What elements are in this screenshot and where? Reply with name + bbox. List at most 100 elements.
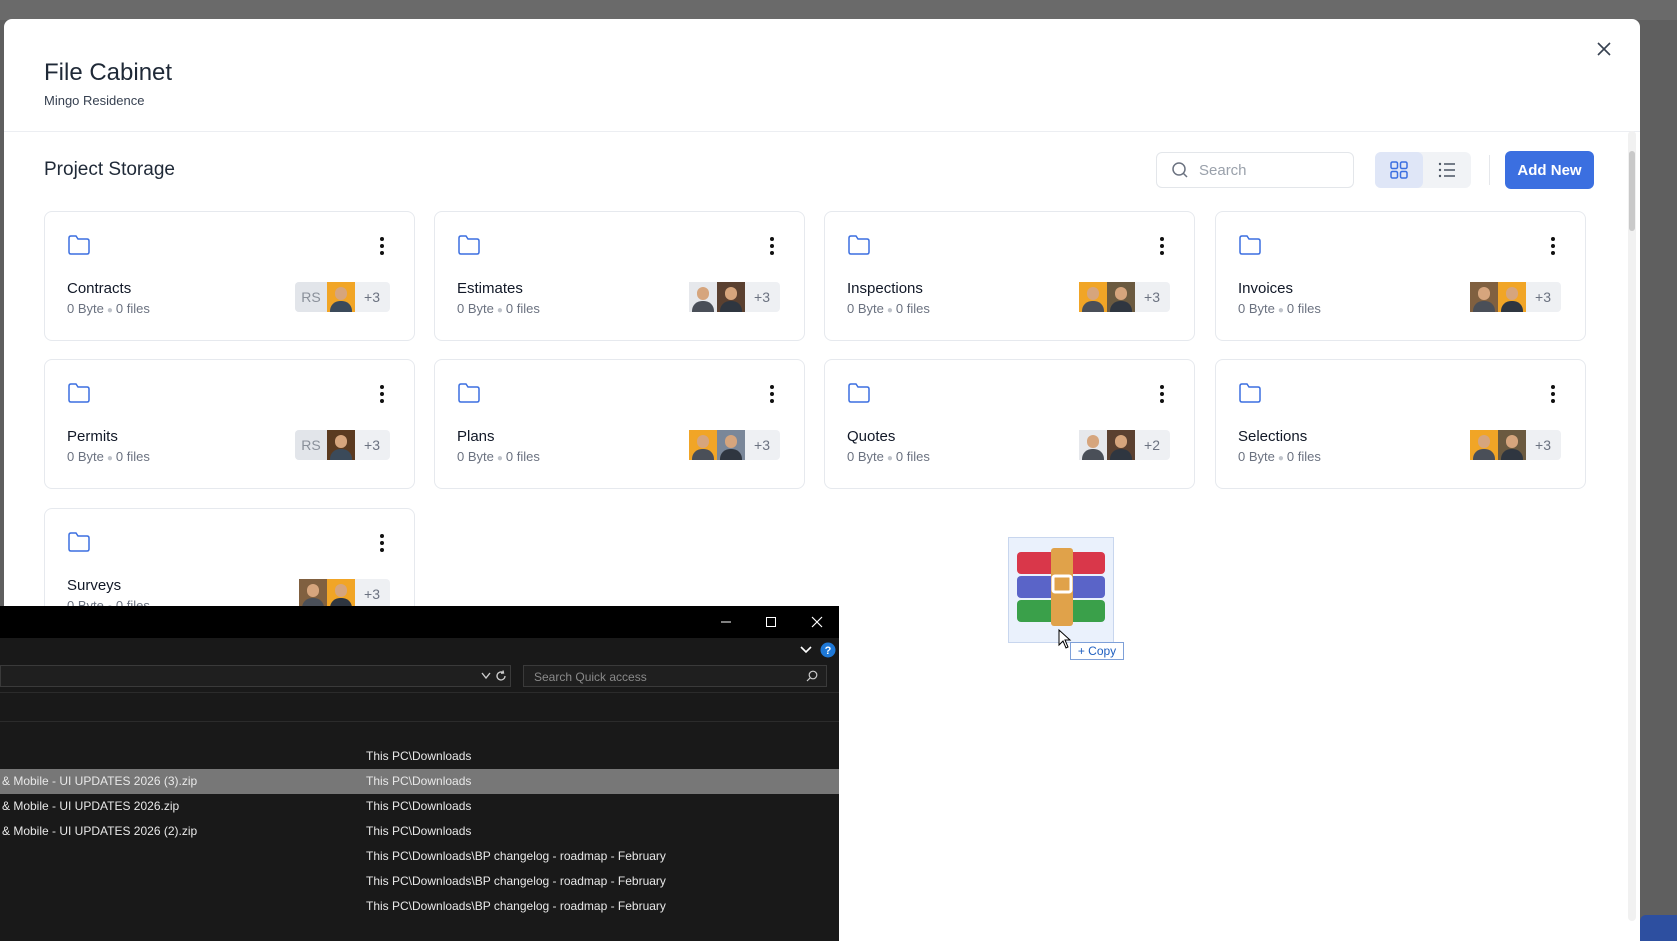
avatar — [1107, 430, 1135, 460]
folder-file-count: 0 files — [505, 449, 540, 464]
file-name: & Mobile - UI UPDATES 2026 (2).zip — [2, 824, 198, 838]
avatar — [327, 282, 355, 312]
folder-name: Inspections — [847, 280, 923, 297]
folder-meta: 0 Byte●0 files — [457, 449, 540, 464]
search-input[interactable] — [1197, 160, 1341, 180]
grid-view-button[interactable] — [1375, 152, 1423, 188]
avatar-more-count: +3 — [364, 289, 380, 305]
folder-meta: 0 Byte●0 files — [67, 301, 150, 316]
folder-size: 0 Byte — [67, 449, 104, 464]
folder-file-count: 0 files — [1286, 301, 1321, 316]
folder-size: 0 Byte — [1238, 301, 1275, 316]
folder-menu-button[interactable] — [372, 382, 392, 406]
folder-members[interactable]: +3 — [299, 579, 390, 609]
modal-subtitle: Mingo Residence — [44, 93, 145, 108]
file-row[interactable]: This PC\Downloads\BP changelog - roadmap… — [0, 844, 839, 869]
folder-members[interactable]: +3 — [1470, 282, 1561, 312]
close-icon — [1597, 42, 1611, 56]
winrar-archive-icon — [1017, 548, 1105, 626]
folder-icon — [1239, 383, 1261, 403]
maximize-button[interactable] — [748, 606, 793, 638]
file-explorer-window: ? This PC\Downloads& Mobile - UI UPDATES… — [0, 606, 839, 941]
folder-menu-button[interactable] — [372, 531, 392, 555]
folder-meta: 0 Byte●0 files — [1238, 301, 1321, 316]
folder-menu-button[interactable] — [1152, 382, 1172, 406]
folder-card[interactable]: Selections 0 Byte ● 0 files +3 — [1215, 359, 1586, 489]
drag-copy-tooltip: + Copy — [1070, 642, 1124, 660]
folder-icon — [68, 532, 90, 552]
folder-card[interactable]: Estimates 0 Byte ● 0 files +3 — [434, 211, 805, 341]
chevron-down-icon[interactable] — [800, 645, 812, 655]
folder-icon — [68, 383, 90, 403]
folder-members[interactable]: +3 — [1079, 282, 1170, 312]
folder-name: Invoices — [1238, 280, 1294, 297]
folder-file-count: 0 files — [115, 449, 150, 464]
toolbar-divider — [1489, 155, 1490, 185]
svg-text:?: ? — [825, 645, 832, 657]
file-row[interactable]: & Mobile - UI UPDATES 2026 (3).zip This P… — [0, 769, 839, 794]
folder-menu-button[interactable] — [1543, 234, 1563, 258]
avatar — [717, 282, 745, 312]
avatar — [689, 282, 717, 312]
chevron-down-icon[interactable] — [481, 672, 491, 680]
explorer-search-input[interactable] — [532, 669, 796, 685]
folder-members[interactable]: +2 — [1079, 430, 1170, 460]
folder-card[interactable]: Plans 0 Byte ● 0 files +3 — [434, 359, 805, 489]
folder-members[interactable]: +3 — [689, 430, 780, 460]
avatar-more-count: +3 — [754, 289, 770, 305]
avatar — [1107, 282, 1135, 312]
explorer-search-box[interactable] — [523, 665, 827, 687]
folder-icon — [848, 235, 870, 255]
more-vertical-icon — [380, 237, 384, 255]
file-row[interactable]: & Mobile - UI UPDATES 2026 (2).zip This P… — [0, 819, 839, 844]
folder-members[interactable]: RS +3 — [295, 282, 390, 312]
folder-card[interactable]: Invoices 0 Byte ● 0 files +3 — [1215, 211, 1586, 341]
avatar-more-count: +3 — [364, 586, 380, 602]
folder-name: Permits — [67, 428, 118, 445]
help-icon[interactable]: ? — [820, 642, 836, 658]
modal-scrollbar[interactable] — [1628, 131, 1636, 921]
avatar — [1470, 282, 1498, 312]
file-row[interactable]: This PC\Downloads\BP changelog - roadmap… — [0, 869, 839, 894]
folder-menu-button[interactable] — [762, 234, 782, 258]
file-row[interactable]: This PC\Downloads — [0, 744, 839, 769]
folder-name: Selections — [1238, 428, 1308, 445]
search-icon — [1172, 162, 1188, 178]
file-row[interactable]: & Mobile - UI UPDATES 2026.zip This PC\Do… — [0, 794, 839, 819]
more-vertical-icon — [1160, 237, 1164, 255]
folder-members[interactable]: RS +3 — [295, 430, 390, 460]
folder-menu-button[interactable] — [1543, 382, 1563, 406]
address-bar[interactable] — [0, 665, 511, 687]
folder-menu-button[interactable] — [372, 234, 392, 258]
folder-menu-button[interactable] — [1152, 234, 1172, 258]
maximize-icon — [765, 617, 776, 627]
folder-icon — [458, 235, 480, 255]
avatar — [689, 430, 717, 460]
folder-card[interactable]: Permits 0 Byte ● 0 files RS +3 — [44, 359, 415, 489]
more-vertical-icon — [1551, 385, 1555, 403]
avatar — [327, 579, 355, 609]
modal-title: File Cabinet — [44, 59, 173, 86]
folder-card[interactable]: Quotes 0 Byte ● 0 files +2 — [824, 359, 1195, 489]
search-box[interactable] — [1156, 152, 1354, 188]
folder-meta: 0 Byte●0 files — [847, 449, 930, 464]
window-close-button[interactable] — [794, 606, 839, 638]
background-button — [1640, 915, 1677, 941]
scroll-thumb[interactable] — [1629, 151, 1635, 231]
file-location: This PC\Downloads\BP changelog - roadmap… — [366, 899, 666, 913]
folder-card[interactable]: Inspections 0 Byte ● 0 files +3 — [824, 211, 1195, 341]
file-row[interactable]: This PC\Downloads\BP changelog - roadmap… — [0, 894, 839, 919]
refresh-icon[interactable] — [495, 670, 507, 682]
folder-menu-button[interactable] — [762, 382, 782, 406]
explorer-divider — [0, 692, 839, 693]
list-view-button[interactable] — [1423, 152, 1471, 188]
folder-members[interactable]: +3 — [1470, 430, 1561, 460]
folder-members[interactable]: +3 — [689, 282, 780, 312]
folder-card[interactable]: Contracts 0 Byte ● 0 files RS +3 — [44, 211, 415, 341]
folder-meta: 0 Byte●0 files — [1238, 449, 1321, 464]
close-button[interactable] — [1590, 35, 1618, 63]
folder-size: 0 Byte — [457, 449, 494, 464]
file-location: This PC\Downloads — [366, 774, 472, 788]
add-new-button[interactable]: Add New — [1505, 151, 1594, 189]
minimize-button[interactable] — [703, 606, 748, 638]
